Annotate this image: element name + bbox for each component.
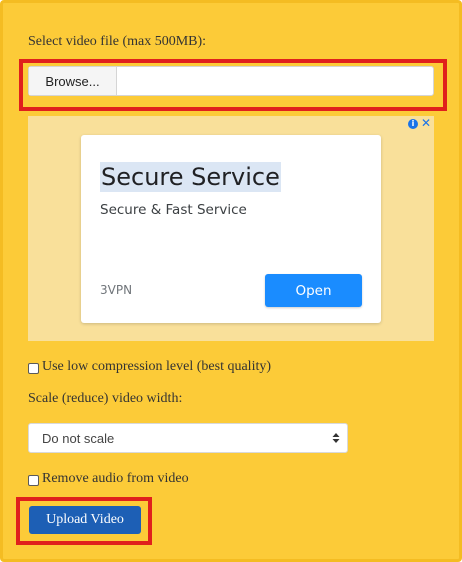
- file-select-label: Select video file (max 500MB):: [28, 34, 207, 49]
- ad-card[interactable]: Secure Service Secure & Fast Service 3VP…: [81, 135, 381, 323]
- upload-form-panel: Select video file (max 500MB): Browse...…: [0, 0, 462, 562]
- upload-video-button[interactable]: Upload Video: [29, 506, 141, 534]
- ad-brand: 3VPN: [100, 283, 133, 297]
- scale-label: Scale (reduce) video width:: [28, 391, 183, 406]
- scale-select[interactable]: Do not scale: [28, 423, 348, 453]
- close-icon[interactable]: ✕: [420, 116, 432, 130]
- browse-button[interactable]: Browse...: [29, 67, 117, 95]
- remove-audio-checkbox[interactable]: [28, 475, 39, 486]
- info-icon[interactable]: i: [408, 119, 418, 129]
- ad-banner[interactable]: i ✕ Secure Service Secure & Fast Service…: [28, 116, 434, 341]
- compression-checkbox[interactable]: [28, 363, 39, 374]
- file-input[interactable]: Browse...: [28, 66, 434, 96]
- file-name-display: [117, 67, 433, 95]
- select-arrows-icon: [332, 433, 340, 443]
- compression-label[interactable]: Use low compression level (best quality): [42, 359, 271, 375]
- remove-audio-label[interactable]: Remove audio from video: [42, 471, 189, 487]
- ad-title[interactable]: Secure Service: [100, 162, 281, 192]
- ad-subtitle: Secure & Fast Service: [100, 202, 247, 218]
- ad-open-button[interactable]: Open: [265, 274, 362, 307]
- scale-selected-value: Do not scale: [42, 431, 115, 446]
